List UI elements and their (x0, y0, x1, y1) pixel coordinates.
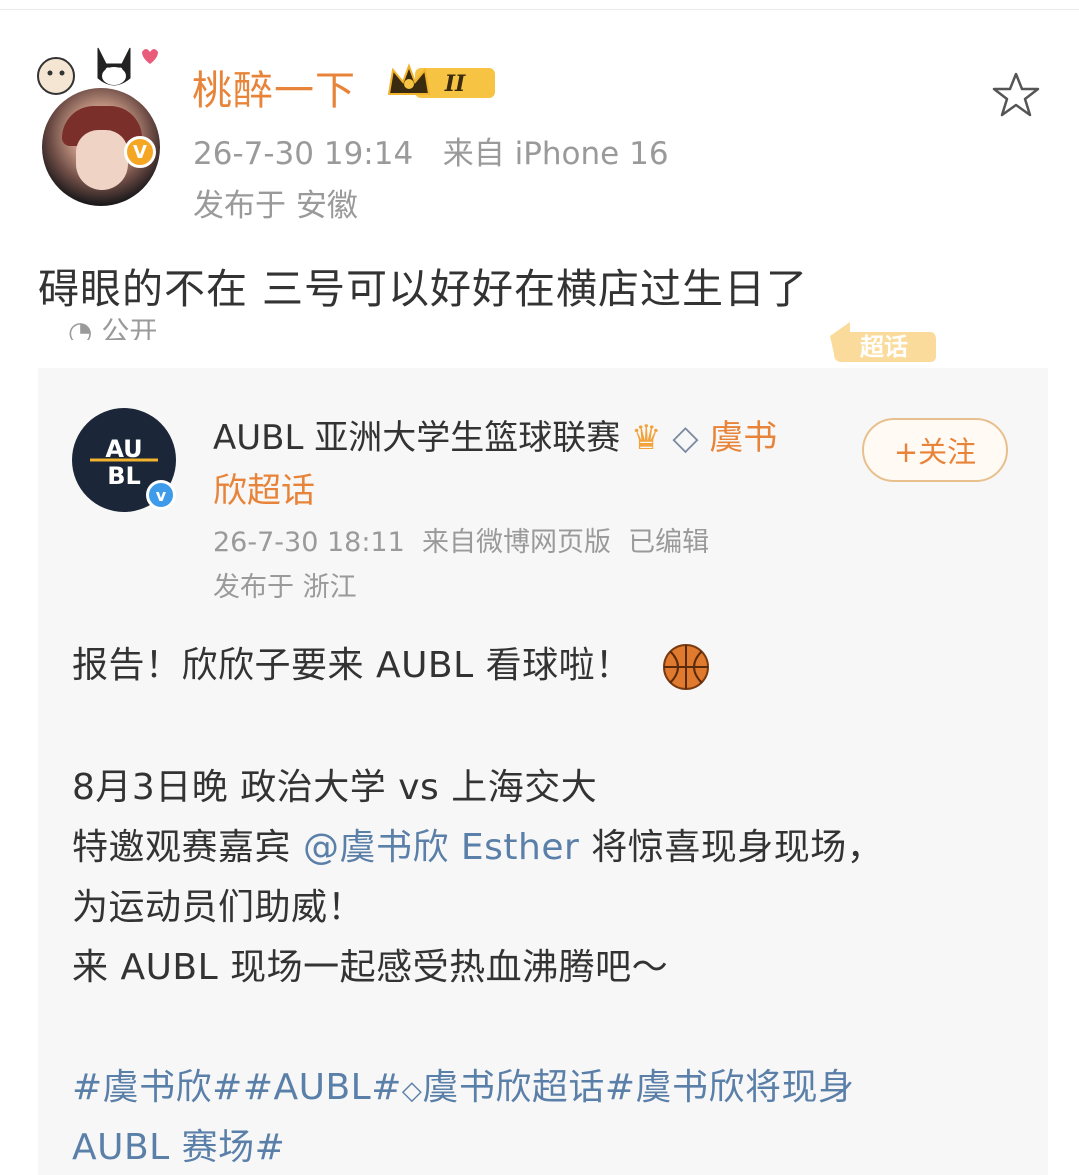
repost-timestamp: 26-7-30 18:11 (213, 527, 405, 558)
post-content: 碍眼的不在 三号可以好好在横店过生日了 (38, 265, 809, 313)
repost-line-4: 为运动员们助威！ (72, 887, 365, 928)
username[interactable]: 桃醉一下 (192, 58, 356, 116)
crown-icon: ♛ (631, 418, 662, 458)
hashtag-link[interactable]: 虞书欣超话#虞书欣将现身 (422, 1067, 854, 1108)
vip-crown-badge-icon[interactable]: II (385, 62, 497, 104)
level-badge-text: II (444, 71, 466, 97)
basketball-icon (662, 644, 709, 690)
top-divider (0, 9, 1079, 10)
post-source: 来自 iPhone 16 (442, 136, 669, 172)
favorite-star-icon[interactable] (990, 70, 1042, 120)
diamond-icon: ◇ (401, 1076, 423, 1106)
verified-icon: V (124, 136, 156, 168)
user-avatar[interactable]: V (34, 38, 174, 206)
hashtag-line-2[interactable]: AUBL 赛场# (72, 1118, 285, 1170)
svg-text:BL: BL (107, 462, 141, 490)
super-topic-label: 超话 (860, 333, 908, 361)
aubl-logo-icon: AU BL (90, 435, 158, 490)
repost-meta: 26-7-30 18:11 来自微博网页版 已编辑 (213, 520, 709, 559)
repost-super-topic-link[interactable]: 虞书 (709, 418, 777, 458)
post-meta-time: 26-7-30 19:14 来自 iPhone 16 (193, 128, 669, 173)
post-timestamp: 26-7-30 19:14 (193, 136, 414, 172)
repost-line-1: 报告！欣欣子要来 AUBL 看球啦！ (72, 636, 710, 691)
hashtag-link[interactable]: #虞书欣##AUBL# (72, 1067, 402, 1108)
repost-line-2: 8月3日晚 政治大学 vs 上海交大 (72, 767, 598, 808)
mention-link[interactable]: @虞书欣 Esther (303, 827, 579, 868)
repost-author-name[interactable]: AUBL 亚洲大学生篮球联赛 ♛ ◇ 虞书 欣超话 (213, 412, 823, 518)
repost-line-5: 来 AUBL 现场一起感受热血沸腾吧～ (72, 947, 669, 988)
hashtag-line-1[interactable]: #虞书欣##AUBL#◇虞书欣超话#虞书欣将现身 (72, 1058, 855, 1110)
follow-button[interactable]: +关注 (862, 418, 1008, 482)
repost-edited: 已编辑 (628, 527, 710, 558)
visibility-label: ◔ 公开 (68, 310, 157, 340)
post-location: 发布于 安徽 (193, 188, 358, 224)
repost-line-3: 特邀观赛嘉宾 @虞书欣 Esther 将惊喜现身现场， (72, 827, 884, 868)
repost-source: 来自微博网页版 (421, 527, 611, 558)
repost-super-topic-link-cont[interactable]: 欣超话 (213, 471, 315, 511)
repost-location: 发布于 浙江 (213, 572, 357, 603)
super-topic-badge-icon[interactable]: 超话 (820, 318, 940, 366)
globe-icon: ◔ (68, 315, 93, 340)
diamond-icon: ◇ (672, 418, 699, 458)
repost-verified-icon: v (146, 480, 176, 510)
